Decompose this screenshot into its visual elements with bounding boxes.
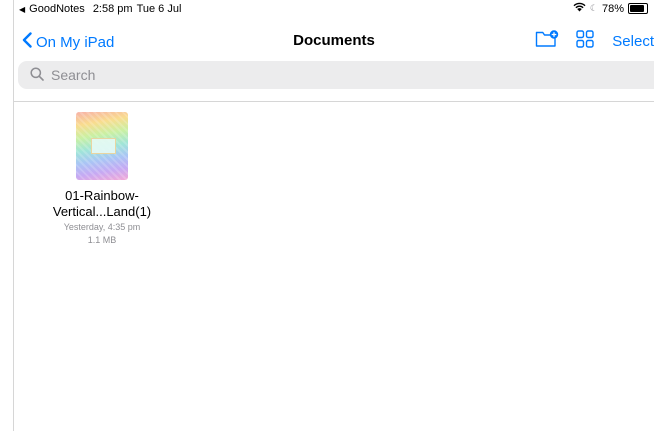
status-left: ◀ GoodNotes 2:58 pm Tue 6 Jul [19, 3, 181, 15]
divider [14, 101, 654, 102]
document-thumbnail [76, 112, 128, 180]
status-date: Tue 6 Jul [136, 3, 182, 15]
charging-moon-icon: ☾ [589, 3, 598, 13]
search-input[interactable] [49, 66, 453, 84]
document-name-line2: Vertical...Land(1) [52, 204, 152, 219]
select-button[interactable]: Select [612, 33, 654, 50]
grid-view-button[interactable] [572, 29, 598, 53]
nav-actions: Select [534, 29, 654, 53]
status-right: ☾ 78% [573, 2, 648, 15]
document-name-line1: 01-Rainbow- [65, 188, 139, 203]
thumbnail-label-box [91, 138, 116, 154]
left-edge [0, 0, 14, 431]
document-item[interactable]: 01-Rainbow- Vertical...Land(1) Yesterday… [50, 112, 154, 245]
status-bar: ◀ GoodNotes 2:58 pm Tue 6 Jul ☾ 78% [14, 0, 654, 18]
document-name: 01-Rainbow- Vertical...Land(1) [50, 188, 154, 220]
battery-icon [628, 3, 648, 14]
back-to-app-icon[interactable]: ◀ [19, 5, 25, 14]
battery-fill [630, 5, 645, 12]
search-icon [30, 66, 44, 84]
back-to-app-label[interactable]: GoodNotes [29, 3, 85, 15]
navigation-bar: On My iPad Documents Select [14, 28, 654, 56]
folder-plus-icon [535, 29, 559, 53]
status-time: 2:58 pm [92, 3, 133, 15]
new-folder-button[interactable] [534, 29, 560, 53]
grid-view-icon [576, 29, 594, 53]
search-bar[interactable] [18, 61, 654, 89]
document-size: 1.1 MB [87, 235, 117, 245]
battery-percent: 78% [601, 2, 624, 15]
wifi-icon [573, 2, 586, 15]
document-modified-date: Yesterday, 4:35 pm [63, 222, 141, 232]
